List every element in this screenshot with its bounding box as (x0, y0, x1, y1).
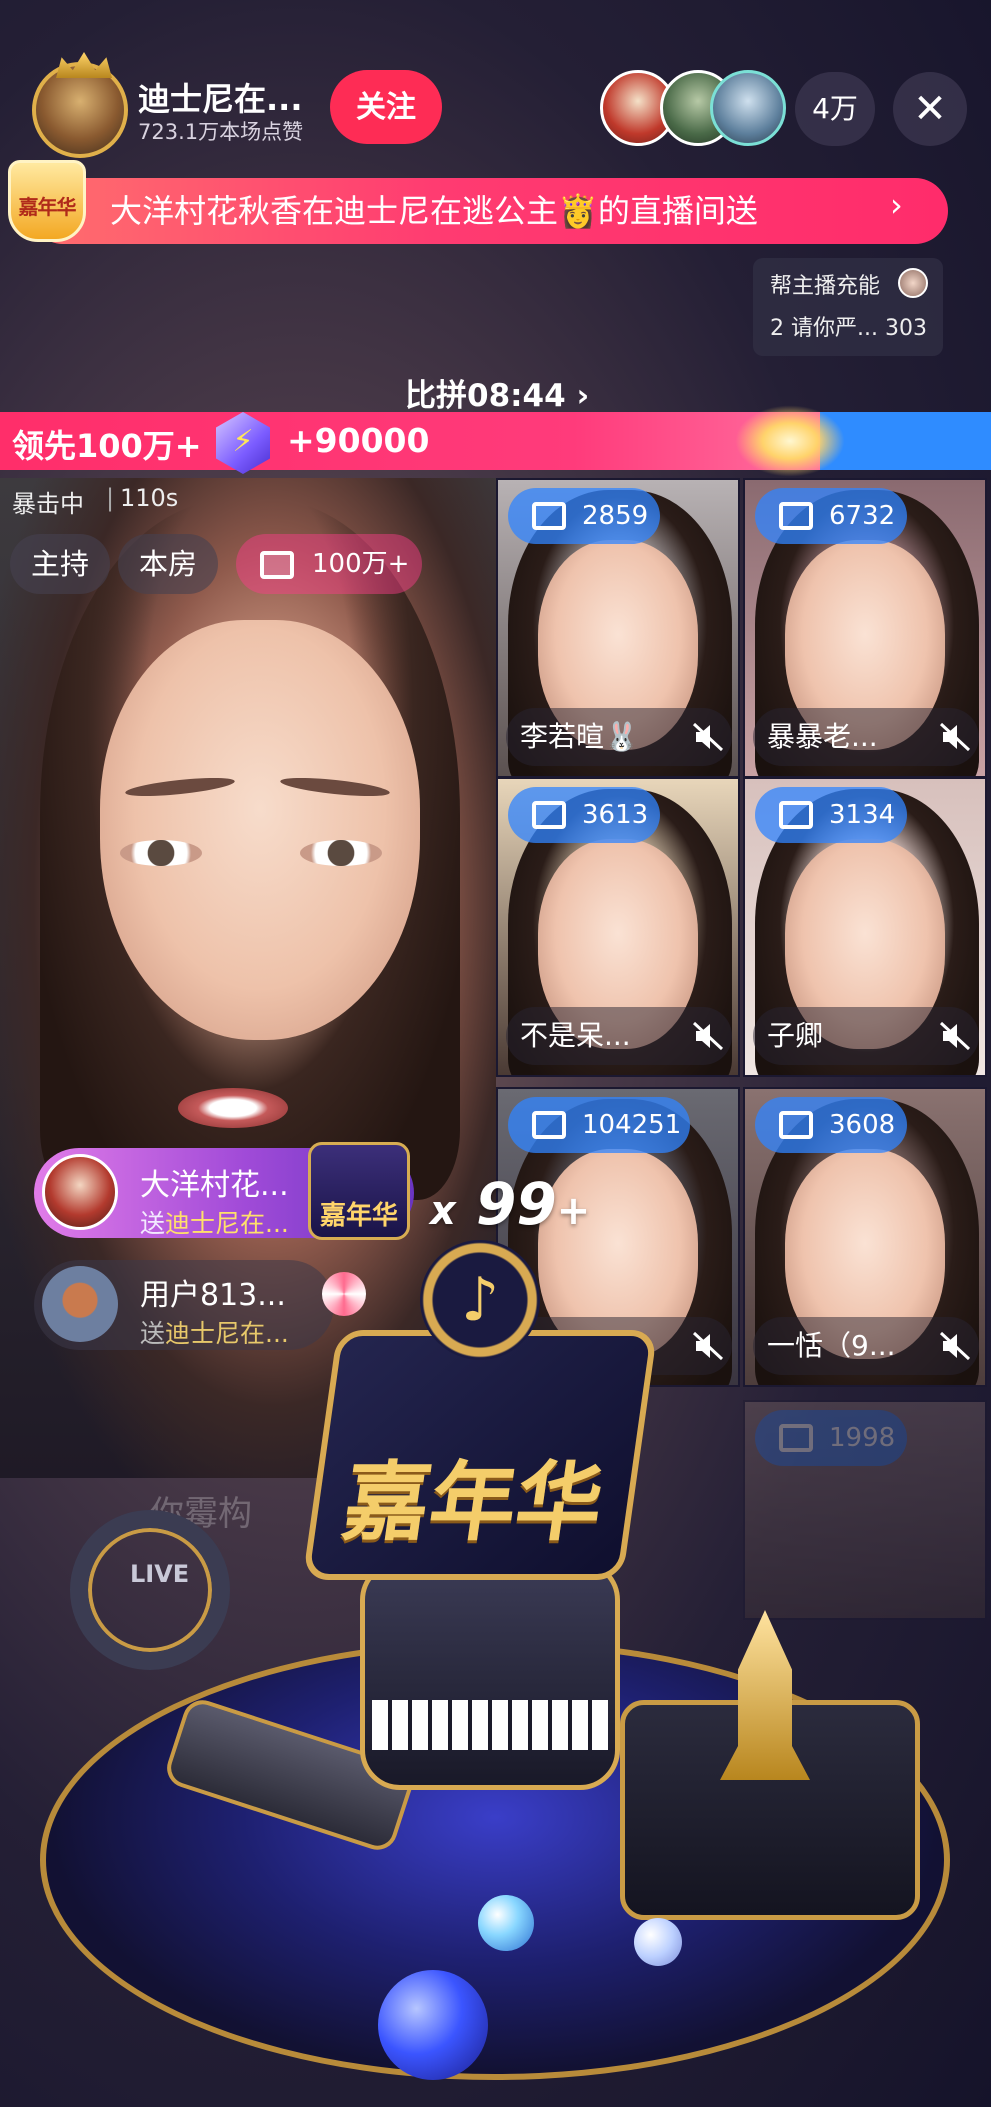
gift-icon (779, 502, 813, 530)
carnival-gift-icon: 嘉年华 (308, 1142, 410, 1240)
gift-icon (779, 1424, 813, 1452)
contributor-avatar (898, 268, 928, 298)
guest-gift-count: 2859 (582, 501, 649, 531)
user-avatar[interactable] (42, 1266, 118, 1342)
guest-gift-count: 104251 (582, 1110, 682, 1140)
user-message-line: 送迪士尼在... (140, 1314, 289, 1350)
gift-icon (532, 801, 566, 829)
mic-muted-icon[interactable] (939, 722, 971, 752)
gift-line-prefix: 送 (140, 1209, 166, 1238)
crit-separator: | (106, 484, 115, 512)
gift-combo-count: x 99+ (430, 1170, 590, 1238)
gift-icon (779, 1111, 813, 1139)
gift-icon (532, 502, 566, 530)
guest-tile[interactable]: 2859 李若暄🐰 (496, 478, 740, 778)
host-name[interactable]: 迪士尼在... (138, 74, 302, 120)
guest-gift-badge: 6732 (755, 488, 907, 544)
viewer-count-button[interactable]: 4万 (795, 72, 875, 146)
host-eye-left (120, 840, 202, 866)
top-viewer-avatar[interactable] (710, 70, 786, 146)
gift-message-line: 送迪士尼在... (140, 1204, 289, 1240)
host-avatar[interactable] (32, 52, 128, 158)
carnival-badge: 嘉年华 (8, 160, 86, 242)
chevron-right-icon: › (890, 186, 903, 224)
gift-icon (779, 801, 813, 829)
follow-button[interactable]: 关注 (330, 70, 442, 144)
cake-decoration (360, 1560, 620, 1790)
mic-muted-icon[interactable] (692, 722, 724, 752)
guest-gift-badge: 3608 (755, 1097, 907, 1153)
mic-muted-icon[interactable] (692, 1021, 724, 1051)
host-gift-value: 100万+ (312, 549, 410, 579)
host-eye-right (300, 840, 382, 866)
guest-gift-badge: 1998 (755, 1410, 907, 1466)
bubble-decoration (634, 1918, 682, 1966)
bubble-decoration (378, 1970, 488, 2080)
host-likes: 723.1万本场点赞 (138, 120, 304, 144)
crown-icon (56, 52, 112, 78)
lightning-icon: ⚡ (232, 424, 254, 459)
guest-gift-count: 6732 (829, 501, 896, 531)
host-face (100, 620, 420, 1040)
guest-tile[interactable]: 6732 暴暴老... (743, 478, 987, 778)
close-button[interactable]: ✕ (893, 72, 967, 146)
user-name: 用户813... (140, 1278, 286, 1313)
mic-muted-icon[interactable] (939, 1331, 971, 1361)
carnival-sign: 嘉年华 (302, 1330, 658, 1580)
help-charge-subtitle: 2 请你严... 303 (770, 316, 927, 341)
pk-timer[interactable]: 比拼08:44 › (405, 370, 589, 415)
status-bar (0, 0, 991, 30)
guest-tile[interactable]: 3134 子卿 (743, 777, 987, 1077)
guest-gift-badge: 2859 (508, 488, 660, 544)
gift-icon (532, 1111, 566, 1139)
gift-icon (260, 551, 294, 579)
guest-gift-count: 1998 (829, 1423, 896, 1453)
guest-gift-badge: 104251 (508, 1097, 690, 1153)
combo-plus: + (556, 1188, 591, 1234)
guest-gift-badge: 3613 (508, 787, 660, 843)
live-stream-screen: 迪士尼在... 723.1万本场点赞 关注 4万 ✕ 嘉年华 大洋村花秋香在迪士… (0, 0, 991, 2107)
combo-number: 99 (476, 1170, 557, 1238)
guest-gift-count: 3613 (582, 800, 649, 830)
live-ring-decoration (70, 1510, 230, 1670)
live-label: LIVE (130, 1560, 190, 1588)
help-charge-title: 帮主播充能 (770, 274, 881, 299)
gift-line-target: 迪士尼在... (165, 1209, 289, 1238)
bubble-decoration (478, 1895, 534, 1951)
user-line-target: 迪士尼在... (165, 1319, 289, 1348)
guest-gift-count: 3608 (829, 1110, 896, 1140)
pk-spark-icon (735, 405, 845, 477)
guest-gift-badge: 3134 (755, 787, 907, 843)
tab-host[interactable]: 主持 (10, 534, 110, 594)
piano-keys-decoration (372, 1700, 608, 1750)
host-mouth (178, 1088, 288, 1128)
combo-x: x (430, 1188, 456, 1234)
host-gift-count[interactable]: 100万+ (236, 534, 422, 594)
guest-tile[interactable]: 3608 一恬（9... (743, 1087, 987, 1387)
crit-timer: 110s (120, 484, 179, 512)
pk-score: +90000 (287, 421, 430, 460)
guest-tile[interactable]: 3613 不是呆... (496, 777, 740, 1077)
tiktok-logo-icon: ♪ (420, 1240, 540, 1360)
pk-lead-text: 领先100万+ (12, 427, 202, 465)
guest-gift-count: 3134 (829, 800, 896, 830)
mic-muted-icon[interactable] (692, 1331, 724, 1361)
lollipop-gift-icon (322, 1272, 366, 1316)
guest-tile[interactable]: 1998 (743, 1400, 987, 1620)
banner-text: 大洋村花秋香在迪士尼在逃公主👸的直播间送 (110, 192, 758, 230)
crit-label: 暴击中 (12, 490, 84, 518)
user-line-prefix: 送 (140, 1319, 166, 1348)
gift-sender-avatar[interactable] (42, 1154, 118, 1230)
mic-muted-icon[interactable] (939, 1021, 971, 1051)
gift-sender-name: 大洋村花... (140, 1168, 289, 1203)
tab-room[interactable]: 本房 (118, 534, 218, 594)
